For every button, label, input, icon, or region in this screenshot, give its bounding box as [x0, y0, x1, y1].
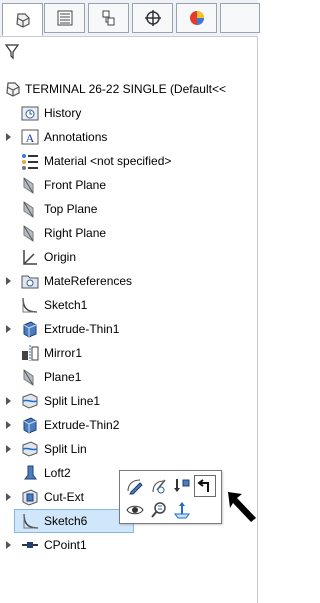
expand-arrow-icon[interactable]	[6, 445, 11, 453]
edit-sketch-button[interactable]	[124, 475, 146, 497]
parent-child-button[interactable]	[194, 475, 216, 497]
tree-item-label: Loft2	[44, 466, 71, 480]
tree-root[interactable]: TERMINAL 26-22 SINGLE (Default<<	[0, 77, 258, 101]
plane-icon	[23, 177, 34, 194]
tab-configurationmanager[interactable]	[88, 3, 129, 33]
tree-item-label: Front Plane	[44, 178, 107, 192]
tree-item-annotations[interactable]: A Annotations	[0, 125, 258, 149]
tree-item-label: History	[44, 106, 82, 120]
expand-arrow-icon[interactable]	[6, 397, 11, 405]
expand-arrow-icon[interactable]	[6, 277, 11, 285]
tab-propertymanager[interactable]	[44, 3, 85, 33]
tree-item-label: Split Line1	[44, 394, 101, 408]
normal-to-icon	[174, 502, 190, 519]
tree-item-label: Split Lin	[44, 442, 87, 456]
split-line-icon	[22, 393, 38, 409]
tree-item-plane1[interactable]: Plane1	[0, 365, 258, 389]
extrude-icon	[23, 321, 37, 338]
tab-featuremanager[interactable]	[2, 3, 43, 36]
tree-item-label: Plane1	[44, 370, 82, 384]
expand-arrow-icon[interactable]	[6, 133, 11, 141]
expand-arrow-icon[interactable]	[6, 421, 11, 429]
normal-to-button[interactable]	[171, 499, 193, 521]
featuremanager-icon	[15, 12, 30, 28]
tree-item-mirror1[interactable]: Mirror1	[0, 341, 258, 365]
part-icon	[6, 82, 20, 97]
configurationmanager-icon	[102, 10, 114, 26]
split-line-icon	[22, 441, 38, 457]
tree-item-label: Material <not specified>	[44, 154, 172, 168]
expand-arrow-icon[interactable]	[6, 493, 11, 501]
svg-text:A: A	[26, 131, 35, 145]
tree-item-label: MateReferences	[44, 274, 133, 288]
zoom-icon	[151, 502, 166, 518]
tree-item-top-plane[interactable]: Top Plane	[0, 197, 258, 221]
loft-icon	[24, 465, 37, 480]
tree-item-split-line2[interactable]: Split Lin	[0, 437, 258, 461]
material-icon	[22, 154, 38, 170]
cut-extrude-icon	[22, 489, 38, 506]
tree-item-sketch6[interactable]: Sketch6	[14, 509, 134, 533]
tree-item-cpoint1[interactable]: CPoint1	[0, 533, 258, 557]
matereferences-icon	[21, 275, 39, 289]
plane-icon	[23, 369, 34, 386]
sketch-icon	[22, 297, 38, 313]
tree-item-label: CPoint1	[44, 538, 87, 552]
tree-item-sketch1[interactable]: Sketch1	[0, 293, 258, 317]
extrude-icon	[23, 417, 37, 434]
tree-item-label: Sketch6	[44, 514, 88, 528]
tree-item-label: Extrude-Thin1	[44, 322, 120, 336]
history-icon	[21, 106, 39, 121]
display-manager-icon	[189, 11, 204, 25]
filter-icon[interactable]	[5, 44, 19, 60]
zoom-to-selection-button[interactable]	[148, 499, 170, 521]
tree-item-label: Cut-Ext	[44, 490, 85, 504]
panel-border	[257, 36, 258, 603]
hide-sketch-icon	[152, 479, 166, 494]
edit-sketch-icon	[127, 479, 143, 495]
tree-item-right-plane[interactable]: Right Plane	[0, 221, 258, 245]
tab-more[interactable]	[220, 3, 260, 33]
tree-item-extrude-thin2[interactable]: Extrude-Thin2	[0, 413, 258, 437]
mirror-icon	[22, 345, 39, 361]
plane-icon	[23, 225, 34, 242]
hide-button[interactable]	[148, 475, 170, 497]
tree-item-front-plane[interactable]: Front Plane	[0, 173, 258, 197]
tab-dimxpert[interactable]	[132, 3, 173, 33]
pointer-arrow-icon	[228, 492, 256, 522]
tree-item-matereferences[interactable]: MateReferences	[0, 269, 258, 293]
eye-icon	[126, 505, 144, 515]
connection-point-icon	[22, 542, 38, 548]
sketch-icon	[23, 513, 39, 529]
tree-item-label: Right Plane	[44, 226, 107, 240]
expand-arrow-icon[interactable]	[6, 325, 11, 333]
tree-item-label: Mirror1	[44, 346, 82, 360]
tree-root-label: TERMINAL 26-22 SINGLE (Default<<	[25, 82, 226, 96]
context-toolbar	[119, 470, 222, 524]
tree-item-origin[interactable]: Origin	[0, 245, 258, 269]
tree-item-extrude-thin1[interactable]: Extrude-Thin1	[0, 317, 258, 341]
rollback-icon	[174, 479, 190, 492]
tree-item-label: Annotations	[44, 130, 108, 144]
rollback-button[interactable]	[171, 475, 193, 497]
return-arrow-icon	[197, 479, 209, 492]
tree-item-material[interactable]: Material <not specified>	[0, 149, 258, 173]
show-button[interactable]	[124, 499, 146, 521]
manager-tabbar	[0, 0, 260, 37]
tree-item-label: Sketch1	[44, 298, 88, 312]
tree-item-label: Top Plane	[44, 202, 98, 216]
tree-item-split-line1[interactable]: Split Line1	[0, 389, 258, 413]
tree-item-history[interactable]: History	[0, 101, 258, 125]
expand-arrow-icon[interactable]	[6, 541, 11, 549]
dimxpert-icon	[144, 10, 161, 26]
tree-item-label: Extrude-Thin2	[44, 418, 120, 432]
propertymanager-icon	[57, 10, 72, 26]
annotations-icon: A	[21, 129, 39, 145]
plane-icon	[23, 201, 34, 218]
tree-item-label: Origin	[44, 250, 77, 264]
filter-bar	[0, 38, 258, 68]
tab-display-manager[interactable]	[176, 3, 217, 33]
origin-icon	[23, 250, 37, 265]
